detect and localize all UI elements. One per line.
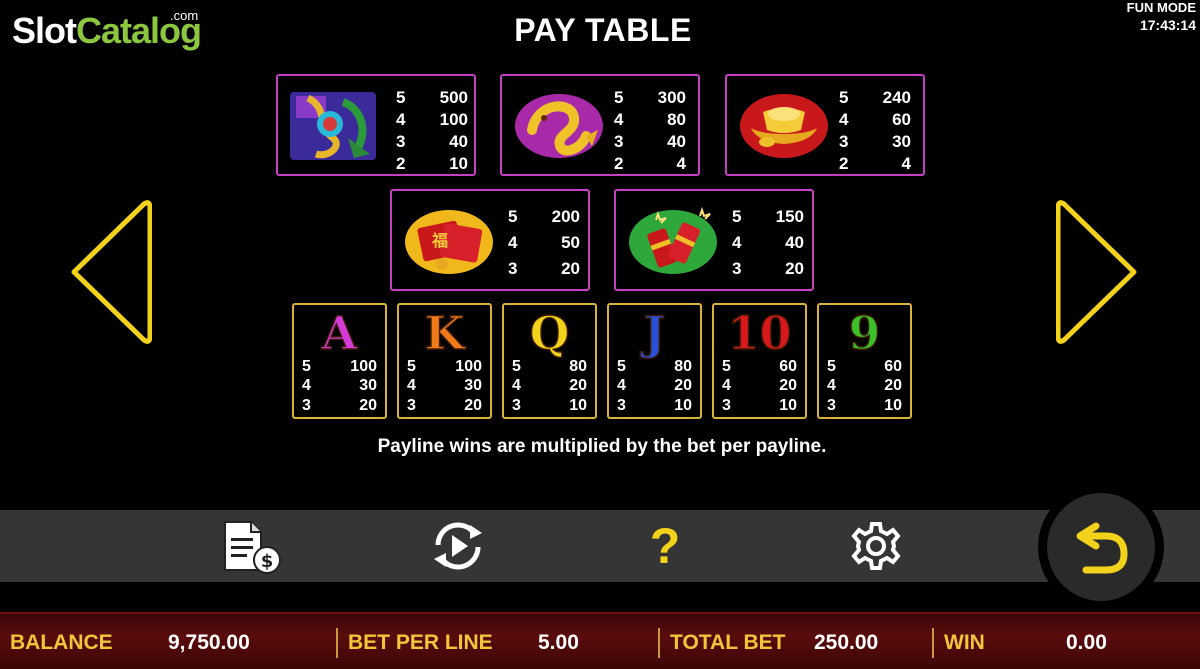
card-q-icon: Q xyxy=(529,306,571,360)
pay-values: 5 300 4 80 3 40 24 xyxy=(614,88,686,173)
paytable-entry-card-k: K 5 100 4 30 3 20 xyxy=(397,303,492,419)
card-k-icon: K xyxy=(424,306,465,360)
settings-button[interactable] xyxy=(838,510,914,582)
card-9-icon: 9 xyxy=(848,306,882,360)
win-label: WIN xyxy=(944,631,985,654)
pay-values: 5 200 4 50 3 20 xyxy=(508,207,580,278)
paytable-entry-koi: 5 300 4 80 3 40 24 xyxy=(500,74,700,176)
card-10-icon: 10 xyxy=(727,306,793,360)
autoplay-button[interactable] xyxy=(418,510,498,582)
pay-values: 5 60 4 20 3 10 xyxy=(722,357,797,414)
toolbar: $ ? xyxy=(0,510,1200,582)
back-button[interactable] xyxy=(1038,484,1164,610)
dragon-phoenix-icon xyxy=(290,92,376,160)
pay-values: 5 100 4 30 3 20 xyxy=(302,357,377,414)
win-value: 0.00 xyxy=(1066,631,1107,654)
paytable-entry-envelope: 福 5 200 4 50 3 20 xyxy=(390,189,590,291)
return-arrow-icon xyxy=(1076,522,1128,574)
status-bar: BALANCE 9,750.00 BET PER LINE 5.00 TOTAL… xyxy=(0,612,1200,669)
pay-values: 5 500 4 100 3 40 2 10 xyxy=(396,88,468,173)
paytable-entry-card-q: Q 5 80 4 20 3 10 xyxy=(502,303,597,419)
bet-per-line-value: 5.00 xyxy=(538,631,579,654)
help-button[interactable]: ? xyxy=(630,510,700,582)
pay-values: 5 240 4 60 3 30 24 xyxy=(839,88,911,173)
balance-label: BALANCE xyxy=(10,631,113,654)
total-bet-label: TOTAL BET xyxy=(670,631,786,654)
page-title: PAY TABLE xyxy=(514,12,692,48)
paytable-entry-ingot: 5 240 4 60 3 30 24 xyxy=(725,74,925,176)
prev-page-arrow-icon[interactable] xyxy=(64,198,152,346)
paytable-entry-card-j: J 5 80 4 20 3 10 xyxy=(607,303,702,419)
red-envelope-icon: 福 xyxy=(405,210,493,274)
gold-ingot-icon xyxy=(740,94,828,158)
paytable-entry-firecracker: 5 150 4 40 3 20 xyxy=(614,189,814,291)
paytable-button[interactable]: $ xyxy=(210,510,290,582)
payline-note: Payline wins are multiplied by the bet p… xyxy=(377,436,827,457)
svg-text:$: $ xyxy=(261,551,274,572)
paytable-entry-card-a: A 5 100 4 30 3 20 xyxy=(292,303,387,419)
total-bet-value: 250.00 xyxy=(814,631,879,654)
pay-values: 5 100 4 30 3 20 xyxy=(407,357,482,414)
paytable-entry-card-9: 9 5 60 4 20 3 10 xyxy=(817,303,912,419)
golden-koi-icon xyxy=(515,94,603,158)
gear-icon xyxy=(851,522,901,570)
pay-values: 5 80 4 20 3 10 xyxy=(512,357,587,414)
balance-value: 9,750.00 xyxy=(168,631,250,654)
next-page-arrow-icon[interactable] xyxy=(1056,198,1144,346)
svg-text:福: 福 xyxy=(431,231,448,250)
autoplay-icon xyxy=(434,522,482,570)
pay-values: 5 80 4 20 3 10 xyxy=(617,357,692,414)
pay-values: 5 60 4 20 3 10 xyxy=(827,357,902,414)
paytable-entry-card-10: 10 5 60 4 20 3 10 xyxy=(712,303,807,419)
paytable-entry-dragon: 5 500 4 100 3 40 2 10 xyxy=(276,74,476,176)
firecracker-icon xyxy=(629,206,717,274)
pay-values: 5 150 4 40 3 20 xyxy=(732,207,804,278)
paytable-money-icon: $ xyxy=(224,521,281,574)
card-j-icon: J xyxy=(643,306,666,360)
bet-per-line-label: BET PER LINE xyxy=(348,631,493,654)
card-a-icon: A xyxy=(321,306,358,360)
